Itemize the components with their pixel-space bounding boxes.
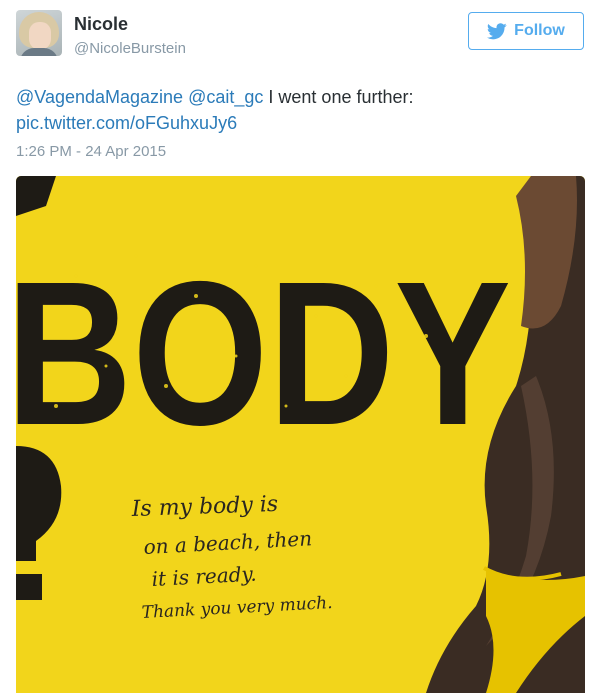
poster-image: BODY Is my body is on a beach, then it i… [16, 176, 585, 693]
mention-vagendamagazine[interactable]: @VagendaMagazine [16, 87, 183, 107]
tweet-header: Nicole @NicoleBurstein Follow [16, 10, 586, 58]
pic-link[interactable]: pic.twitter.com/oFGuhxuJy6 [16, 113, 237, 133]
tweet-text: @VagendaMagazine @cait_gc I went one fur… [16, 84, 576, 136]
handwriting-line-1: Is my body is [130, 492, 278, 522]
user-handle[interactable]: @NicoleBurstein [74, 40, 186, 57]
tweet-card: Nicole @NicoleBurstein Follow @VagendaMa… [0, 0, 600, 693]
twitter-bird-icon [487, 22, 507, 39]
avatar[interactable] [16, 10, 62, 56]
avatar-shoulder [20, 48, 58, 56]
poster-word: BODY [16, 239, 511, 468]
tweet-photo[interactable]: BODY Is my body is on a beach, then it i… [16, 176, 585, 693]
follow-button[interactable]: Follow [468, 12, 584, 50]
user-name[interactable]: Nicole [74, 14, 128, 35]
follow-label: Follow [514, 22, 565, 39]
tweet-timestamp[interactable]: 1:26 PM - 24 Apr 2015 [16, 143, 166, 160]
mention-cait-gc[interactable]: @cait_gc [188, 87, 263, 107]
tweet-body: I went one further: [268, 87, 414, 107]
avatar-face [29, 22, 51, 50]
